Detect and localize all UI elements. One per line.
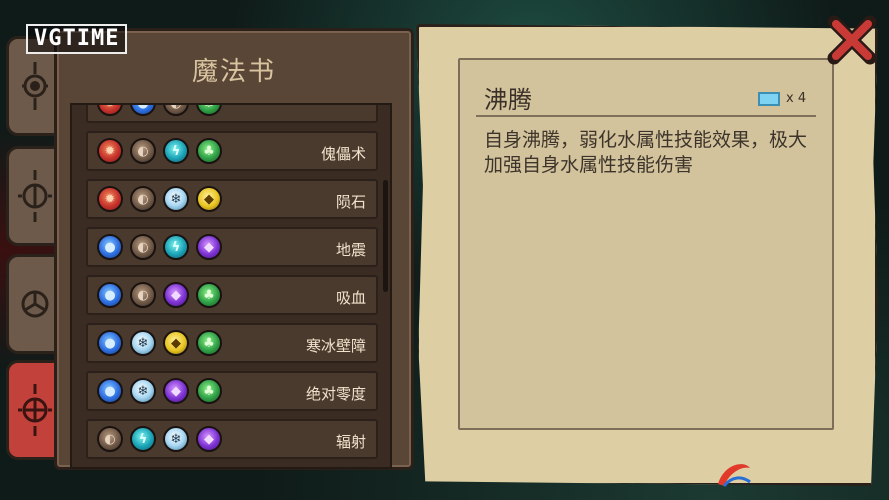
- gold-element-icon: ◆: [196, 186, 222, 212]
- ice-element-icon: ❄: [163, 186, 189, 212]
- eye-symbol-icon: [22, 62, 48, 110]
- arcane-element-icon: ◆: [163, 378, 189, 404]
- spell-name: 绝对零度: [305, 385, 366, 403]
- nature-element-icon: ♣: [196, 105, 222, 116]
- earth-element-icon: ◐: [130, 234, 156, 260]
- spell-row[interactable]: ✹ ● ◐ ♣: [86, 105, 378, 123]
- ice-element-icon: ❄: [130, 378, 156, 404]
- spell-name: 寒冰壁障: [305, 337, 366, 355]
- spell-row[interactable]: ◐ ϟ ❄ ◆ 辐射: [86, 419, 378, 459]
- spell-row[interactable]: ✹ ◐ ❄ ◆ 陨石: [86, 179, 378, 219]
- earth-element-icon: ◐: [97, 426, 123, 452]
- ice-element-icon: ❄: [130, 330, 156, 356]
- spell-list[interactable]: ✹ ● ◐ ♣ ✹ ◐ ϟ ♣ 傀儡术 ✹ ◐ ❄ ◆ 陨石 ● ◐ ϟ ◆ 地震 ● ◐ ◆ ♣ 吸血 ● ❄ ◆ ♣ 寒冰壁障 ● ❄ ◆…: [70, 103, 392, 469]
- gold-element-icon: ◆: [163, 330, 189, 356]
- arcane-element-icon: ◆: [196, 426, 222, 452]
- nature-element-icon: ♣: [196, 282, 222, 308]
- light-element-icon: ϟ: [130, 426, 156, 452]
- triskelion-icon: [21, 290, 49, 318]
- light-element-icon: ϟ: [163, 138, 189, 164]
- nature-element-icon: ♣: [196, 330, 222, 356]
- spellbook-panel: 魔法书 ✹ ● ◐ ♣ ✹ ◐ ϟ ♣ 傀儡术 ✹ ◐ ❄ ◆ 陨石 ● ◐ ϟ ◆ 地震 ● ◐ ◆ ♣ 吸血 ● ❄ ◆ ♣ 寒冰壁…: [54, 28, 414, 470]
- fire-element-icon: ✹: [97, 138, 123, 164]
- close-icon: [827, 15, 877, 65]
- nature-element-icon: ♣: [196, 378, 222, 404]
- spellbook-title: 魔法书: [191, 57, 276, 87]
- water-element-icon: ●: [130, 105, 156, 116]
- spell-detail-title: 沸腾: [484, 86, 532, 114]
- crosshair-symbol-icon: [18, 384, 52, 436]
- shield-symbol-icon: [18, 170, 52, 222]
- watermark-site-logo: [714, 456, 884, 496]
- site-logo-icon: [718, 464, 751, 487]
- earth-element-icon: ◐: [130, 186, 156, 212]
- mana-cost: x 4: [786, 91, 807, 106]
- water-element-icon: ●: [97, 234, 123, 260]
- ice-element-icon: ❄: [163, 426, 189, 452]
- earth-element-icon: ◐: [130, 138, 156, 164]
- spell-name: 陨石: [335, 193, 366, 211]
- water-element-icon: ●: [97, 330, 123, 356]
- earth-element-icon: ◐: [163, 105, 189, 116]
- detail-divider: [476, 115, 816, 117]
- spell-name: 辐射: [335, 433, 366, 451]
- spell-name: 傀儡术: [320, 145, 366, 163]
- fire-element-icon: ✹: [97, 105, 123, 116]
- spell-row[interactable]: ● ◐ ϟ ◆ 地震: [86, 227, 378, 267]
- watermark-vgtime: VGTIME: [26, 24, 128, 54]
- spell-row[interactable]: ✹ ◐ ϟ ♣ 傀儡术: [86, 131, 378, 171]
- fire-element-icon: ✹: [97, 186, 123, 212]
- spell-list-scrollbar[interactable]: [383, 180, 388, 292]
- nature-element-icon: ♣: [196, 138, 222, 164]
- spell-name: 吸血: [335, 289, 366, 307]
- spell-row[interactable]: ● ❄ ◆ ♣ 寒冰壁障: [86, 323, 378, 363]
- earth-element-icon: ◐: [130, 282, 156, 308]
- spell-row[interactable]: ● ◐ ◆ ♣ 吸血: [86, 275, 378, 315]
- arcane-element-icon: ◆: [196, 234, 222, 260]
- close-button[interactable]: [826, 14, 878, 66]
- spell-name: 地震: [335, 241, 366, 259]
- spell-description: 自身沸腾，弱化水属性技能效果，极大加强自身水属性技能伤害: [484, 129, 808, 176]
- arcane-element-icon: ◆: [163, 282, 189, 308]
- light-element-icon: ϟ: [163, 234, 189, 260]
- spell-row[interactable]: ● ❄ ◆ ♣ 绝对零度: [86, 371, 378, 411]
- water-element-icon: ●: [97, 378, 123, 404]
- mana-crystal-icon: [758, 92, 780, 106]
- water-element-icon: ●: [97, 282, 123, 308]
